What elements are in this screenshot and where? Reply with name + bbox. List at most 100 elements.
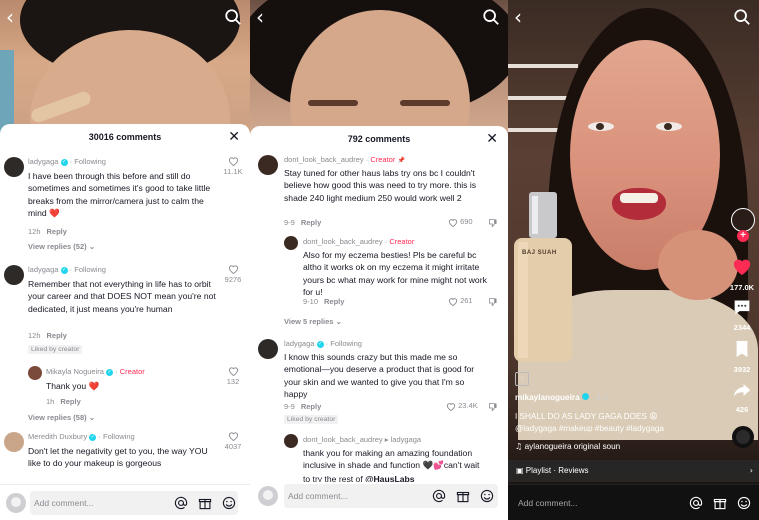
video-frame[interactable] — [250, 0, 508, 140]
mouth-shape — [612, 188, 666, 220]
gift-icon[interactable] — [198, 496, 212, 510]
avatar[interactable] — [284, 236, 298, 250]
like-button[interactable]: 132 — [220, 366, 246, 386]
reply-button[interactable]: Reply — [60, 397, 80, 406]
view-replies-button[interactable]: View replies (58) ⌄ — [28, 413, 95, 422]
comment-text: Thank you ❤️ — [46, 381, 100, 392]
dislike-icon[interactable] — [488, 402, 498, 412]
comment-username[interactable]: ladygaga ✓ · Following — [284, 339, 362, 348]
comment-meta: 12h Reply — [28, 227, 67, 236]
search-icon[interactable] — [733, 8, 751, 26]
avatar[interactable] — [258, 339, 278, 359]
back-icon[interactable]: ‹ — [514, 7, 532, 27]
video-username[interactable]: mikaylanogueira · 9-2 — [515, 393, 608, 402]
avatar[interactable] — [284, 434, 298, 448]
follow-plus-icon[interactable]: + — [737, 230, 749, 242]
close-icon[interactable]: ✕ — [486, 126, 498, 152]
dislike-icon[interactable] — [488, 218, 498, 228]
product-label: BAJ SUAH — [522, 250, 557, 256]
input-icons — [689, 496, 751, 510]
search-icon[interactable] — [224, 8, 242, 26]
heart-icon — [448, 297, 458, 306]
comment-username[interactable]: Mikayla Nogueira ✓ · Creator — [46, 367, 145, 376]
emoji-icon[interactable] — [222, 496, 236, 510]
reply-button[interactable]: Reply — [47, 227, 67, 236]
avatar[interactable] — [4, 157, 24, 177]
avatar[interactable] — [4, 265, 24, 285]
pin-icon: 📌 — [397, 157, 405, 164]
comments-sheet: 30016 comments ✕ ladygaga ✓ · Following … — [0, 124, 250, 520]
gift-icon[interactable] — [456, 489, 470, 503]
back-icon[interactable]: ‹ — [6, 7, 24, 27]
reply-button[interactable]: Reply — [301, 218, 321, 227]
at-icon[interactable] — [432, 489, 446, 503]
at-icon[interactable] — [174, 496, 188, 510]
avatar — [6, 493, 26, 513]
playlist-icon: ▣ — [516, 466, 524, 475]
reply-button[interactable]: Reply — [324, 297, 344, 306]
comment-username[interactable]: ladygaga ✓ · Following — [28, 157, 106, 166]
heart-icon — [228, 157, 238, 166]
tiktok-logo-icon: ♪ — [515, 372, 529, 386]
comment-meta: 9-9 Reply — [284, 218, 322, 227]
search-icon[interactable] — [482, 8, 500, 26]
avatar[interactable] — [4, 432, 24, 452]
verified-icon — [581, 393, 589, 400]
video-frame[interactable] — [0, 0, 250, 140]
comment-username[interactable]: dont_look_back_audrey · Creator — [303, 237, 414, 246]
liked-by-creator-badge: Liked by creator — [28, 345, 83, 354]
reply-button[interactable]: Reply — [47, 331, 67, 340]
bookmark-icon — [736, 340, 748, 358]
comment-meta: 1h Reply — [46, 397, 81, 406]
comment-text: Remember that not everything in life has… — [28, 279, 216, 314]
like-button[interactable]: 9276 — [220, 264, 246, 284]
dislike-icon[interactable] — [488, 297, 498, 307]
like-button[interactable]: 177.0K — [727, 256, 757, 292]
comment-input[interactable]: Add comment... — [518, 485, 578, 520]
share-button[interactable]: 426 — [727, 382, 757, 414]
like-button[interactable]: 23.4K — [446, 401, 478, 411]
view-replies-button[interactable]: View 5 replies ⌄ — [284, 317, 342, 326]
at-icon[interactable] — [689, 496, 703, 510]
shelf — [508, 64, 578, 68]
sound-label[interactable]: ♫ aylanogueira original soun — [515, 441, 620, 451]
verified-icon: ✓ — [316, 340, 324, 348]
gift-icon[interactable] — [713, 496, 727, 510]
like-button[interactable]: 261 — [448, 296, 473, 306]
comment-username[interactable]: Meredith Duxbury ✓ · Following — [28, 432, 135, 441]
like-button[interactable]: 4037 — [220, 431, 246, 451]
comments-sheet: 792 comments ✕ dont_look_back_audrey · C… — [250, 126, 508, 520]
view-replies-button[interactable]: View replies (52) ⌄ — [28, 242, 95, 251]
chevron-down-icon: ⌄ — [88, 413, 96, 422]
avatar[interactable] — [28, 366, 42, 380]
like-button[interactable]: 11.1K — [220, 156, 246, 176]
emoji-icon[interactable] — [737, 496, 751, 510]
avatar — [258, 486, 278, 506]
comment-username[interactable]: dont_look_back_audrey · Creator 📌 — [284, 155, 405, 164]
comment-button[interactable]: 2344 — [727, 298, 757, 332]
heart-icon — [448, 218, 458, 227]
like-button[interactable]: 690 — [448, 217, 473, 227]
bookmark-button[interactable]: 3932 — [727, 340, 757, 374]
foundation-bottle — [514, 192, 572, 362]
video-hashtags[interactable]: @ladygaga #makeup #beauty #ladygaga — [515, 424, 664, 433]
video-panel-2: ‹ 792 comments ✕ dont_look_back_audrey ·… — [250, 0, 508, 520]
comment-username[interactable]: ladygaga ✓ · Following — [28, 265, 106, 274]
music-icon: ♫ — [515, 441, 523, 451]
emoji-icon[interactable] — [480, 489, 494, 503]
comment-username[interactable]: dont_look_back_audrey ▸ ladygaga — [303, 435, 421, 444]
input-icons — [432, 489, 494, 503]
reply-button[interactable]: Reply — [301, 402, 321, 411]
eye-shape — [656, 122, 682, 131]
avatar[interactable] — [258, 155, 278, 175]
creator-avatar[interactable] — [731, 208, 755, 232]
close-icon[interactable]: ✕ — [228, 124, 240, 150]
comment-input-bar: Add comment... — [508, 484, 759, 520]
playlist-bar[interactable]: ▣ Playlist · Reviews › — [508, 460, 759, 482]
back-icon[interactable]: ‹ — [256, 7, 274, 27]
music-disc-icon[interactable] — [732, 426, 754, 448]
video-panel-3: BAJ SUAH ‹ + 177.0K 2344 3932 426 ♪ mika… — [508, 0, 759, 520]
comments-header: 792 comments ✕ — [250, 126, 508, 152]
video-caption: I SHALL DO AS LADY GAGA DOES 😩 — [515, 411, 658, 421]
input-icons — [174, 496, 236, 510]
